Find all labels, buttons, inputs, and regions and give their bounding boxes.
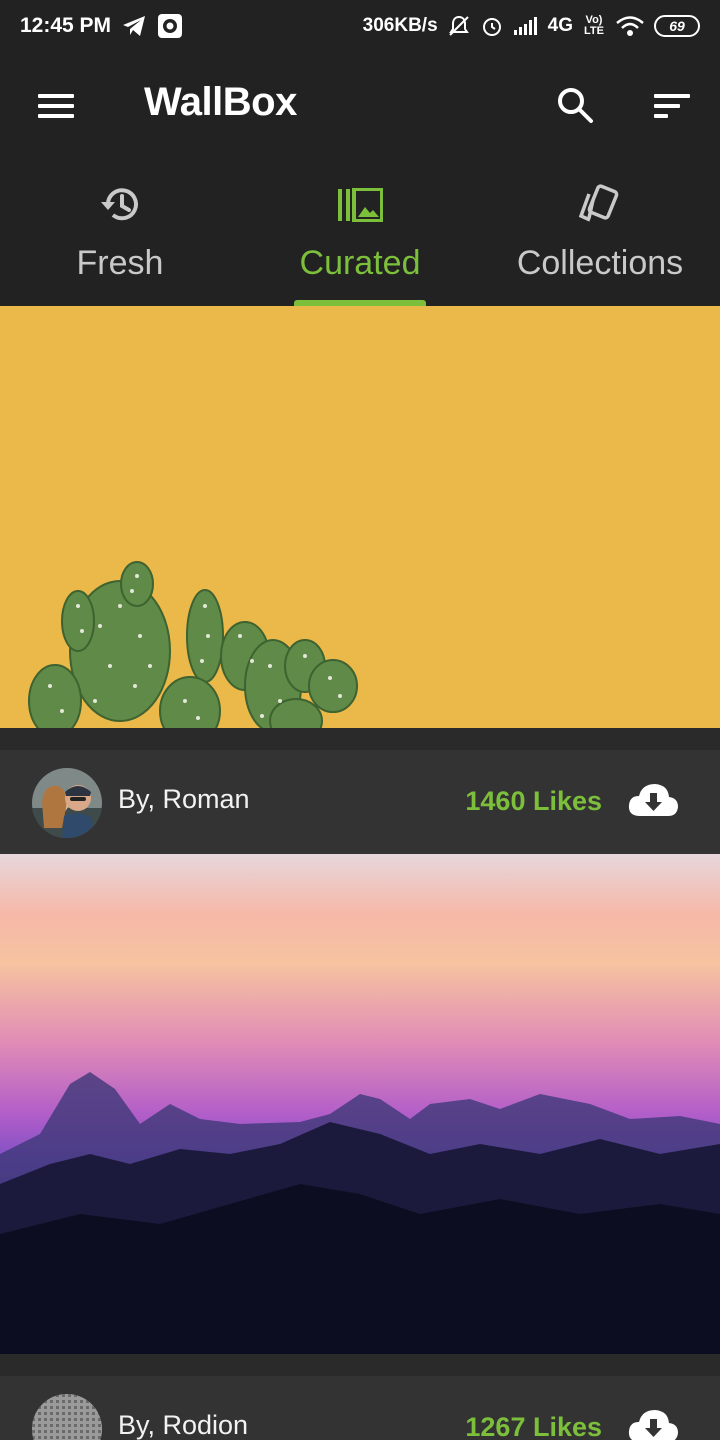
likes-count: 1460 Likes xyxy=(465,786,602,816)
status-bar: 12:45 PM 306KB/s 4G Vo) LTE 69 xyxy=(0,0,720,52)
author-name[interactable]: By, Rodion xyxy=(118,1410,248,1440)
mute-bell-icon xyxy=(447,14,471,38)
download-button[interactable] xyxy=(626,780,680,820)
menu-icon xyxy=(38,94,74,118)
battery-level: 69 xyxy=(669,18,685,34)
battery-icon: 69 xyxy=(654,15,700,37)
status-time: 12:45 PM xyxy=(20,14,112,37)
cloud-download-icon xyxy=(628,1410,678,1440)
tab-bar: Fresh Curated Collections xyxy=(0,160,720,306)
download-button[interactable] xyxy=(626,1406,680,1440)
app-toolbar: WallBox xyxy=(0,52,720,160)
tab-fresh-label: Fresh xyxy=(76,244,164,282)
collections-icon xyxy=(576,182,624,228)
cloud-download-icon xyxy=(628,784,678,816)
tab-curated-label: Curated xyxy=(299,244,421,282)
telegram-icon xyxy=(121,14,147,38)
menu-button[interactable] xyxy=(34,86,78,126)
signal-icon xyxy=(513,16,539,36)
volte-indicator: Vo) LTE xyxy=(584,14,604,37)
wifi-icon xyxy=(615,15,645,37)
avatar[interactable] xyxy=(32,1394,102,1440)
wallpaper-image-cactus[interactable] xyxy=(0,306,720,728)
sort-button[interactable] xyxy=(648,88,692,124)
search-button[interactable] xyxy=(554,84,596,126)
card-separator xyxy=(0,728,720,750)
network-type: 4G xyxy=(547,15,573,36)
likes-count: 1267 Likes xyxy=(465,1412,602,1440)
card-separator xyxy=(0,1354,720,1376)
wallpaper-image-sunset[interactable] xyxy=(0,854,720,1354)
wallpaper-info-card: By, Roman 1460 Likes xyxy=(0,750,720,854)
app-title: WallBox xyxy=(144,80,297,124)
tab-collections-label: Collections xyxy=(516,244,684,282)
wallpaper-feed[interactable]: By, Roman 1460 Likes By, Rodion 1267 Lik… xyxy=(0,306,720,1440)
tab-curated[interactable]: Curated xyxy=(240,160,480,306)
network-speed: 306KB/s xyxy=(362,15,438,36)
search-icon xyxy=(558,88,593,123)
tab-collections[interactable]: Collections xyxy=(480,160,720,306)
sort-icon xyxy=(654,94,690,118)
avatar[interactable] xyxy=(32,768,102,838)
curated-gallery-icon xyxy=(336,182,384,228)
alarm-icon xyxy=(480,14,504,38)
history-icon xyxy=(96,182,144,228)
wallpaper-info-card: By, Rodion 1267 Likes xyxy=(0,1376,720,1440)
record-icon xyxy=(157,13,183,39)
tab-fresh[interactable]: Fresh xyxy=(0,160,240,306)
author-name[interactable]: By, Roman xyxy=(118,784,250,815)
